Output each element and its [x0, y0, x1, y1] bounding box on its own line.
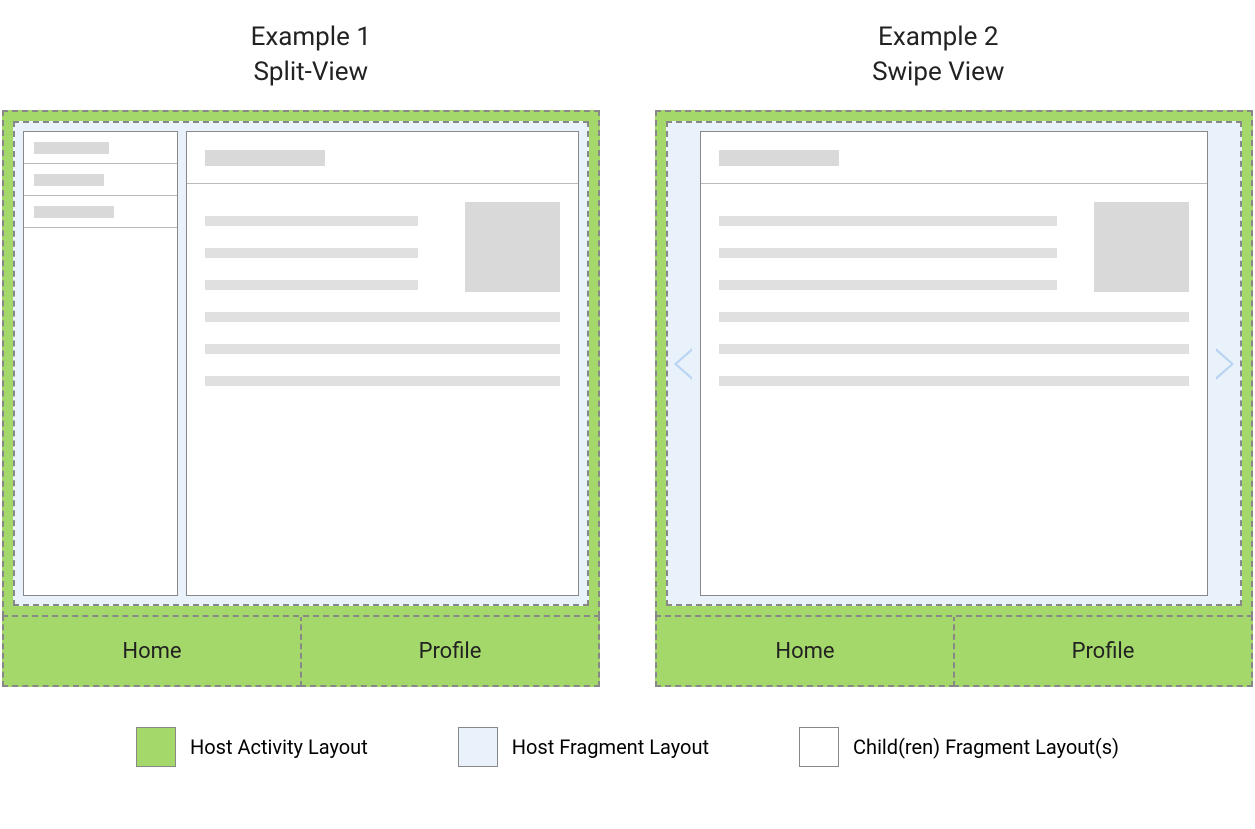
detail-header: [701, 132, 1207, 184]
detail-body: [701, 184, 1207, 418]
placeholder-line: [719, 312, 1189, 322]
placeholder-line: [719, 280, 1057, 290]
example1-title-line2: Split-View: [251, 55, 371, 90]
legend-host-fragment-label: Host Fragment Layout: [512, 735, 709, 759]
placeholder-line: [205, 312, 560, 322]
placeholder-line: [205, 280, 418, 290]
example-split-view: Home Profile: [2, 110, 600, 687]
example2-title: Example 2 Swipe View: [872, 20, 1004, 90]
titles-row: Example 1 Split-View Example 2 Swipe Vie…: [0, 0, 1255, 90]
placeholder-title: [205, 150, 325, 166]
placeholder-text: [34, 174, 104, 186]
placeholder-line: [205, 248, 418, 258]
detail-body: [187, 184, 578, 418]
list-item[interactable]: [24, 164, 177, 196]
nav-home-button[interactable]: Home: [655, 615, 955, 687]
example-swipe-view: Home Profile: [655, 110, 1253, 687]
placeholder-line: [205, 344, 560, 354]
placeholder-text: [34, 206, 114, 218]
swipe-left-arrow-icon[interactable]: [674, 348, 692, 380]
legend-host-activity-label: Host Activity Layout: [190, 735, 368, 759]
legend-host-activity: Host Activity Layout: [136, 727, 368, 767]
bottom-nav: Home Profile: [655, 617, 1253, 687]
legend-host-fragment: Host Fragment Layout: [458, 727, 709, 767]
placeholder-text: [34, 142, 109, 154]
placeholder-line: [719, 248, 1057, 258]
nav-home-label: Home: [122, 639, 181, 664]
swipe-right-arrow-icon[interactable]: [1216, 348, 1234, 380]
placeholder-line: [719, 376, 1189, 386]
list-item[interactable]: [24, 132, 177, 164]
nav-profile-label: Profile: [1072, 639, 1135, 664]
placeholder-line: [205, 216, 418, 226]
nav-home-label: Home: [775, 639, 834, 664]
example1-title-line1: Example 1: [251, 20, 371, 55]
examples-row: Home Profile: [0, 110, 1255, 687]
legend: Host Activity Layout Host Fragment Layou…: [0, 727, 1255, 767]
host-activity-layout: [2, 110, 600, 617]
swatch-child-fragment: [799, 727, 839, 767]
detail-header: [187, 132, 578, 184]
legend-child-fragment: Child(ren) Fragment Layout(s): [799, 727, 1119, 767]
example1-title: Example 1 Split-View: [251, 20, 371, 90]
placeholder-title: [719, 150, 839, 166]
example2-title-line1: Example 2: [872, 20, 1004, 55]
legend-child-fragment-label: Child(ren) Fragment Layout(s): [853, 735, 1119, 759]
placeholder-line: [719, 344, 1189, 354]
host-activity-layout: [655, 110, 1253, 617]
nav-home-button[interactable]: Home: [2, 615, 302, 687]
host-fragment-layout: [666, 121, 1242, 606]
swatch-host-fragment: [458, 727, 498, 767]
swatch-host-activity: [136, 727, 176, 767]
nav-profile-label: Profile: [419, 639, 482, 664]
nav-profile-button[interactable]: Profile: [300, 615, 600, 687]
placeholder-line: [205, 376, 560, 386]
swipe-page-fragment: [700, 131, 1208, 596]
list-item[interactable]: [24, 196, 177, 228]
nav-profile-button[interactable]: Profile: [953, 615, 1253, 687]
list-fragment: [23, 131, 178, 596]
diagram-canvas: Example 1 Split-View Example 2 Swipe Vie…: [0, 0, 1255, 829]
placeholder-image: [1094, 202, 1189, 292]
placeholder-line: [719, 216, 1057, 226]
placeholder-image: [465, 202, 560, 292]
bottom-nav: Home Profile: [2, 617, 600, 687]
host-fragment-layout: [13, 121, 589, 606]
detail-fragment: [186, 131, 579, 596]
example2-title-line2: Swipe View: [872, 55, 1004, 90]
